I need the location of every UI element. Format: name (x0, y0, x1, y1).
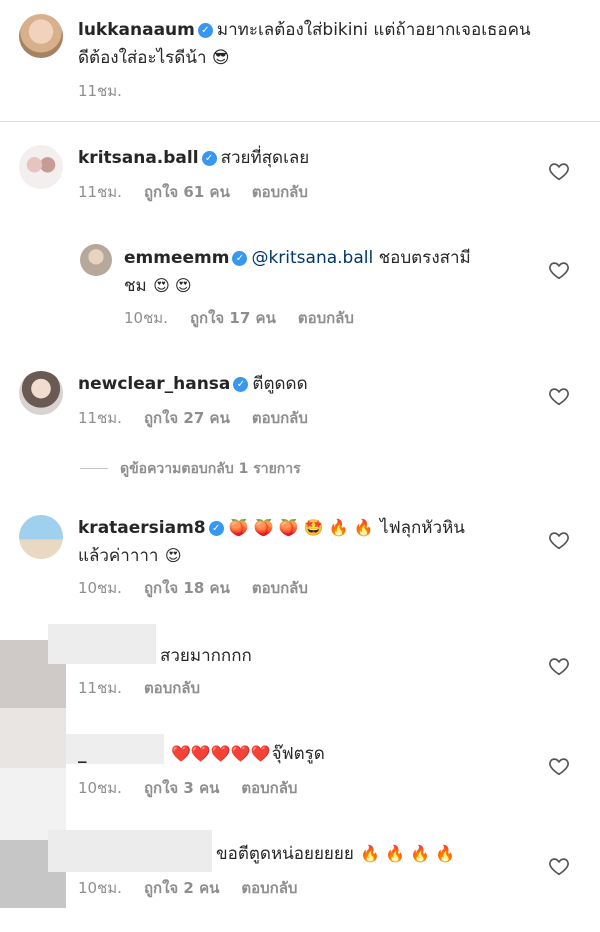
avatar[interactable] (19, 515, 63, 559)
heart-eyes-emoji: 😍 (164, 546, 182, 565)
comment-meta: 11ชม. ถูกใจ 61 คน ตอบกลับ (78, 183, 308, 201)
heart-outline-icon[interactable] (548, 259, 570, 281)
avatar[interactable] (19, 145, 63, 189)
reply-button[interactable]: ตอบกลับ (252, 579, 308, 597)
comment-username[interactable]: emmeemm (124, 248, 229, 268)
comment-username[interactable]: krataersiam8 (78, 518, 206, 538)
heart-outline-icon[interactable] (548, 160, 570, 182)
divider (0, 121, 600, 122)
comment-username[interactable]: newclear_hansa (78, 374, 230, 394)
heart-outline-icon[interactable] (548, 655, 570, 677)
comment-text: ขอตีตูดหน่อยยยยย 🔥 🔥 🔥 🔥 (216, 844, 456, 864)
likes-count[interactable]: ถูกใจ 2 คน (144, 879, 219, 897)
reply-button[interactable]: ตอบกลับ (241, 879, 297, 897)
comment-text: _ (78, 740, 87, 768)
post-caption: lukkanaaum ✓ มาทะเลต้องใส่bikini แต่ถ้าอยา… (78, 20, 531, 40)
reply-button[interactable]: ตอบกลับ (241, 779, 297, 797)
likes-count[interactable]: ถูกใจ 27 คน (144, 409, 230, 427)
comment-text: krataersiam8 ✓ 🍑 🍑 🍑 🤩 🔥 🔥 ไฟลุกหัวหิน (78, 518, 465, 538)
verified-badge-icon: ✓ (232, 251, 248, 266)
post-username[interactable]: lukkanaaum (78, 20, 195, 40)
censored-username-block (48, 624, 156, 664)
reply-button[interactable]: ตอบกลับ (144, 679, 200, 697)
sunglasses-emoji: 😎 (211, 48, 230, 68)
avatar[interactable] (19, 14, 63, 58)
heart-outline-icon[interactable] (548, 529, 570, 551)
comment-text-line2: แล้วค่าาาา 😍 (78, 546, 182, 566)
comment-text-line2: ชม 😍 😍 (124, 276, 192, 296)
divider (80, 468, 108, 469)
red-heart-emoji-row: ❤️❤️❤️❤️❤️ (171, 744, 271, 763)
verified-badge-icon: ✓ (197, 23, 213, 38)
heart-eyes-emoji: 😍 😍 (153, 276, 192, 295)
likes-count[interactable]: ถูกใจ 3 คน (144, 779, 219, 797)
censored-avatar-block (0, 708, 66, 768)
likes-count[interactable]: ถูกใจ 18 คน (144, 579, 230, 597)
post-meta: 11ชม. (78, 81, 144, 101)
comment-text: newclear_hansa ✓ ตีตูดดด (78, 374, 308, 394)
comment-meta: 10ชม. ถูกใจ 3 คน ตอบกลับ (78, 779, 298, 797)
reply-button[interactable]: ตอบกลับ (252, 183, 308, 201)
post-time: 11ชม. (78, 82, 122, 100)
comment-text: emmeemm ✓ @kritsana.ball ชอบตรงสามี (124, 248, 471, 268)
comment-meta: 10ชม. ถูกใจ 17 คน ตอบกลับ (124, 309, 354, 327)
censored-username-block (48, 830, 212, 872)
view-replies-button[interactable]: ดูข้อความตอบกลับ 1 รายการ (80, 458, 301, 480)
verified-badge-icon: ✓ (233, 377, 249, 392)
verified-badge-icon: ✓ (201, 151, 217, 166)
comment-text: kritsana.ball ✓ สวยที่สุดเลย (78, 148, 310, 168)
comment-meta: 10ชม. ถูกใจ 2 คน ตอบกลับ (78, 879, 298, 897)
verified-badge-icon: ✓ (208, 521, 224, 536)
post-caption-line2: ดีต้องใส่อะไรดีน้า 😎 (78, 48, 230, 68)
comment-meta: 11ชม. ตอบกลับ (78, 679, 201, 697)
mention-link[interactable]: @kritsana.ball (251, 248, 373, 268)
comment-meta: 10ชม. ถูกใจ 18 คน ตอบกลับ (78, 579, 308, 597)
heart-outline-icon[interactable] (548, 755, 570, 777)
likes-count[interactable]: ถูกใจ 17 คน (190, 309, 276, 327)
comment-text: ❤️❤️❤️❤️❤️จุ๊ฟตรูด (171, 744, 325, 764)
comment-text: สวยมากกกก (160, 646, 252, 666)
reply-button[interactable]: ตอบกลับ (298, 309, 354, 327)
comment-username[interactable]: _ (78, 744, 87, 764)
avatar[interactable] (80, 244, 112, 276)
emoji-row: 🍑 🍑 🍑 🤩 🔥 🔥 (228, 518, 374, 537)
heart-outline-icon[interactable] (548, 385, 570, 407)
heart-outline-icon[interactable] (548, 855, 570, 877)
avatar[interactable] (19, 371, 63, 415)
comment-meta: 11ชม. ถูกใจ 27 คน ตอบกลับ (78, 409, 308, 427)
fire-emoji-row: 🔥 🔥 🔥 🔥 (360, 844, 456, 863)
likes-count[interactable]: ถูกใจ 61 คน (144, 183, 230, 201)
comment-username[interactable]: kritsana.ball (78, 148, 199, 168)
reply-button[interactable]: ตอบกลับ (252, 409, 308, 427)
